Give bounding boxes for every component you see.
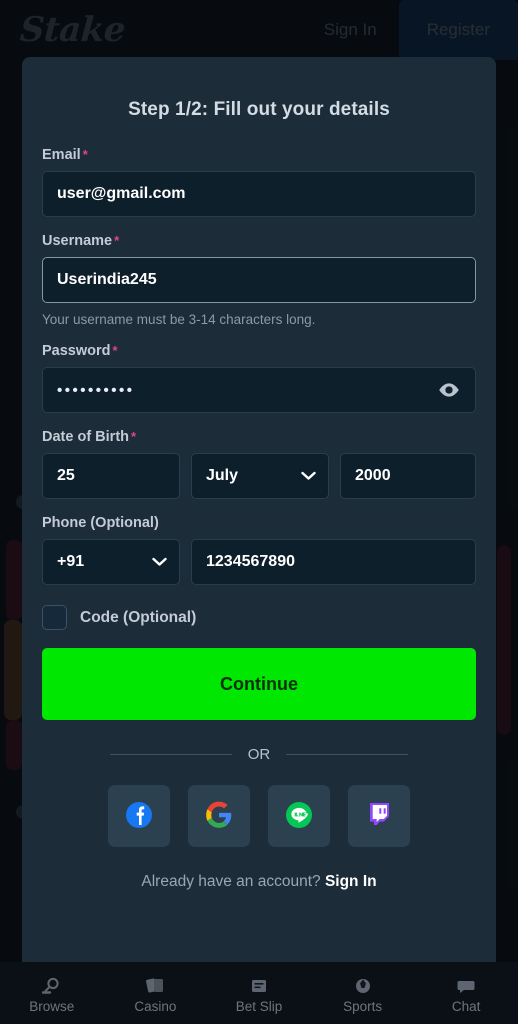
nav-item-chat[interactable]: Chat	[414, 966, 518, 1024]
chat-icon	[456, 977, 476, 995]
line-login-button[interactable]	[268, 785, 330, 847]
username-field[interactable]: Userindia245	[42, 257, 476, 303]
field-password: Password * ••••••••••	[42, 343, 476, 413]
dob-row: 25 July 2000	[42, 453, 476, 499]
social-login-row	[42, 785, 476, 847]
username-label: Username *	[42, 233, 120, 249]
twitch-login-button[interactable]	[348, 785, 410, 847]
footer-text: Already have an account?	[141, 873, 321, 890]
required-asterisk: *	[82, 147, 88, 162]
field-email: Email * user@gmail.com	[42, 147, 476, 217]
continue-button[interactable]: Continue	[42, 648, 476, 720]
dob-month-value: July	[206, 467, 239, 484]
field-dob: Date of Birth * 25 July 2000	[42, 429, 476, 499]
nav-item-sports[interactable]: Sports	[311, 966, 415, 1024]
dob-month-select[interactable]: July	[191, 453, 329, 499]
dob-month-wrap: July	[191, 453, 329, 499]
google-icon	[205, 801, 233, 832]
chevron-down-icon	[301, 471, 316, 481]
code-checkbox-label: Code (Optional)	[80, 608, 197, 626]
divider-line-right	[286, 754, 408, 755]
phone-country-code-select[interactable]: +91	[42, 539, 180, 585]
divider-line-left	[110, 754, 232, 755]
search-icon	[41, 977, 62, 995]
sign-in-link[interactable]: Sign In	[325, 873, 377, 890]
phone-cc-wrap: +91	[42, 539, 180, 585]
required-asterisk: *	[114, 233, 120, 248]
bottom-nav: Browse Casino Bet Slip Sports Chat	[0, 962, 518, 1024]
field-username: Username * Userindia245 Your username mus…	[42, 233, 476, 327]
google-login-button[interactable]	[188, 785, 250, 847]
nav-item-casino[interactable]: Casino	[104, 966, 208, 1024]
phone-label: Phone (Optional)	[42, 515, 159, 531]
nav-label-casino: Casino	[134, 998, 177, 1014]
password-field[interactable]: ••••••••••	[42, 367, 476, 413]
dob-year-wrap: 2000	[340, 453, 476, 499]
dob-label: Date of Birth *	[42, 429, 137, 445]
phone-country-code-value: +91	[57, 553, 85, 570]
password-masked-value: ••••••••••	[57, 381, 135, 399]
nav-label-bet-slip: Bet Slip	[235, 998, 283, 1014]
sign-in-footer[interactable]: Already have an account? Sign In	[42, 873, 476, 891]
username-hint: Your username must be 3-14 characters lo…	[42, 312, 316, 327]
phone-row: +91 1234567890	[42, 539, 476, 585]
cards-icon	[145, 977, 165, 995]
nav-item-bet-slip[interactable]: Bet Slip	[207, 966, 311, 1024]
chevron-down-icon	[152, 557, 167, 567]
sports-icon	[353, 977, 373, 995]
password-input-wrap: ••••••••••	[42, 367, 476, 413]
required-asterisk: *	[112, 343, 118, 358]
facebook-icon	[125, 801, 153, 832]
line-icon	[285, 801, 313, 832]
password-label: Password *	[42, 343, 118, 359]
betslip-icon	[249, 977, 269, 995]
email-field[interactable]: user@gmail.com	[42, 171, 476, 217]
nav-label-browse: Browse	[29, 998, 75, 1014]
nav-label-sports: Sports	[343, 998, 383, 1014]
required-asterisk: *	[131, 429, 137, 444]
dob-year-field[interactable]: 2000	[340, 453, 476, 499]
eye-icon[interactable]	[434, 367, 464, 413]
nav-label-chat: Chat	[451, 998, 481, 1014]
facebook-login-button[interactable]	[108, 785, 170, 847]
or-divider: OR	[110, 746, 408, 763]
twitch-icon	[366, 801, 392, 832]
phone-number-wrap: 1234567890	[191, 539, 476, 585]
field-phone: Phone (Optional) +91 1234567890	[42, 515, 476, 585]
email-label: Email *	[42, 147, 88, 163]
phone-number-field[interactable]: 1234567890	[191, 539, 476, 585]
code-checkbox-row[interactable]: Code (Optional)	[42, 605, 476, 630]
divider-label: OR	[247, 746, 271, 763]
page-title: Step 1/2: Fill out your details	[128, 99, 390, 120]
dob-day-field[interactable]: 25	[42, 453, 180, 499]
code-checkbox[interactable]	[42, 605, 67, 630]
dob-day-wrap: 25	[42, 453, 180, 499]
register-modal: Step 1/2: Fill out your details Email * u…	[22, 57, 496, 962]
nav-item-browse[interactable]: Browse	[0, 966, 104, 1024]
app-root: Stake Sign In Register Step 1/2: Fill ou…	[0, 0, 518, 1024]
